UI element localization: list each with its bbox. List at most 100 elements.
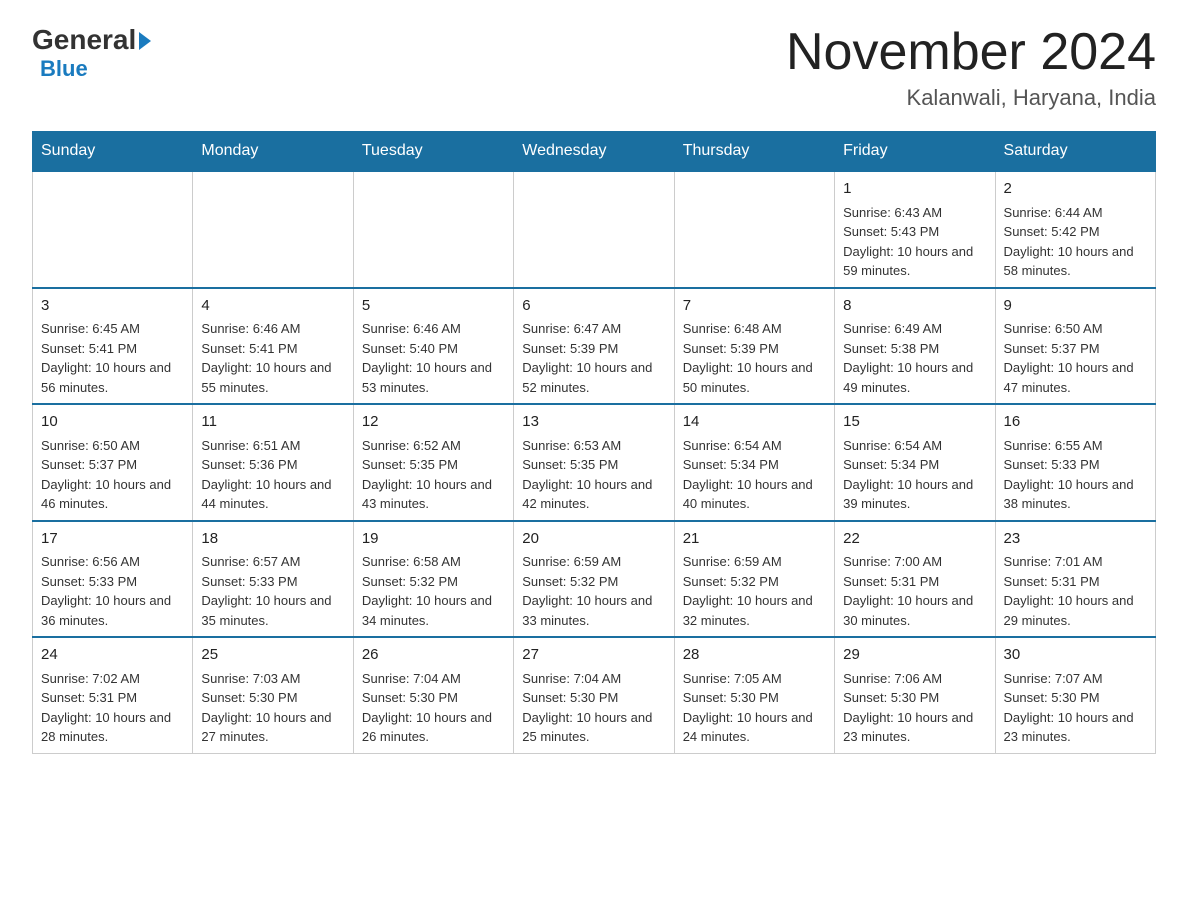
day-info: Sunset: 5:30 PM	[522, 688, 665, 708]
calendar-cell	[514, 171, 674, 288]
day-info: Sunset: 5:31 PM	[843, 572, 986, 592]
day-info: Sunrise: 7:03 AM	[201, 669, 344, 689]
calendar-cell: 24Sunrise: 7:02 AMSunset: 5:31 PMDayligh…	[33, 637, 193, 753]
day-info: Daylight: 10 hours and 46 minutes.	[41, 475, 184, 514]
day-info: Daylight: 10 hours and 24 minutes.	[683, 708, 826, 747]
day-number: 12	[362, 411, 505, 434]
day-number: 16	[1004, 411, 1147, 434]
calendar-cell: 1Sunrise: 6:43 AMSunset: 5:43 PMDaylight…	[835, 171, 995, 288]
day-number: 30	[1004, 644, 1147, 667]
calendar-cell: 2Sunrise: 6:44 AMSunset: 5:42 PMDaylight…	[995, 171, 1155, 288]
calendar-cell: 12Sunrise: 6:52 AMSunset: 5:35 PMDayligh…	[353, 404, 513, 521]
day-info: Sunrise: 6:54 AM	[683, 436, 826, 456]
day-info: Sunrise: 7:00 AM	[843, 552, 986, 572]
day-info: Daylight: 10 hours and 27 minutes.	[201, 708, 344, 747]
day-number: 10	[41, 411, 184, 434]
day-number: 26	[362, 644, 505, 667]
day-number: 29	[843, 644, 986, 667]
calendar-cell	[353, 171, 513, 288]
day-info: Sunset: 5:31 PM	[41, 688, 184, 708]
day-number: 14	[683, 411, 826, 434]
day-number: 22	[843, 528, 986, 551]
day-info: Sunset: 5:31 PM	[1004, 572, 1147, 592]
day-number: 19	[362, 528, 505, 551]
day-info: Sunrise: 7:04 AM	[362, 669, 505, 689]
day-number: 11	[201, 411, 344, 434]
day-info: Daylight: 10 hours and 50 minutes.	[683, 358, 826, 397]
day-number: 23	[1004, 528, 1147, 551]
day-info: Sunrise: 6:43 AM	[843, 203, 986, 223]
day-info: Daylight: 10 hours and 28 minutes.	[41, 708, 184, 747]
day-info: Daylight: 10 hours and 49 minutes.	[843, 358, 986, 397]
day-info: Daylight: 10 hours and 53 minutes.	[362, 358, 505, 397]
day-info: Sunset: 5:35 PM	[362, 455, 505, 475]
calendar-cell: 4Sunrise: 6:46 AMSunset: 5:41 PMDaylight…	[193, 288, 353, 405]
day-number: 5	[362, 295, 505, 318]
day-info: Sunset: 5:36 PM	[201, 455, 344, 475]
calendar-cell: 8Sunrise: 6:49 AMSunset: 5:38 PMDaylight…	[835, 288, 995, 405]
day-info: Daylight: 10 hours and 58 minutes.	[1004, 242, 1147, 281]
logo-general-text: General	[32, 24, 136, 56]
day-info: Sunrise: 6:49 AM	[843, 319, 986, 339]
calendar-header-row: SundayMondayTuesdayWednesdayThursdayFrid…	[33, 132, 1156, 172]
day-number: 27	[522, 644, 665, 667]
calendar-cell: 10Sunrise: 6:50 AMSunset: 5:37 PMDayligh…	[33, 404, 193, 521]
day-info: Sunrise: 6:48 AM	[683, 319, 826, 339]
day-info: Sunrise: 6:50 AM	[41, 436, 184, 456]
day-info: Sunset: 5:34 PM	[683, 455, 826, 475]
weekday-header-sunday: Sunday	[33, 132, 193, 172]
weekday-header-friday: Friday	[835, 132, 995, 172]
day-info: Sunset: 5:32 PM	[683, 572, 826, 592]
week-row-5: 24Sunrise: 7:02 AMSunset: 5:31 PMDayligh…	[33, 637, 1156, 753]
calendar-cell: 27Sunrise: 7:04 AMSunset: 5:30 PMDayligh…	[514, 637, 674, 753]
calendar-cell: 29Sunrise: 7:06 AMSunset: 5:30 PMDayligh…	[835, 637, 995, 753]
day-info: Sunrise: 7:01 AM	[1004, 552, 1147, 572]
day-info: Daylight: 10 hours and 29 minutes.	[1004, 591, 1147, 630]
day-info: Daylight: 10 hours and 40 minutes.	[683, 475, 826, 514]
calendar-cell: 25Sunrise: 7:03 AMSunset: 5:30 PMDayligh…	[193, 637, 353, 753]
calendar-cell	[193, 171, 353, 288]
logo: General Blue	[32, 24, 151, 82]
calendar-cell: 16Sunrise: 6:55 AMSunset: 5:33 PMDayligh…	[995, 404, 1155, 521]
day-number: 17	[41, 528, 184, 551]
calendar-cell: 3Sunrise: 6:45 AMSunset: 5:41 PMDaylight…	[33, 288, 193, 405]
calendar-cell: 17Sunrise: 6:56 AMSunset: 5:33 PMDayligh…	[33, 521, 193, 638]
day-info: Sunrise: 6:44 AM	[1004, 203, 1147, 223]
day-info: Sunset: 5:32 PM	[522, 572, 665, 592]
day-info: Sunset: 5:34 PM	[843, 455, 986, 475]
day-info: Sunrise: 6:46 AM	[201, 319, 344, 339]
calendar-table: SundayMondayTuesdayWednesdayThursdayFrid…	[32, 131, 1156, 754]
day-info: Sunset: 5:40 PM	[362, 339, 505, 359]
week-row-2: 3Sunrise: 6:45 AMSunset: 5:41 PMDaylight…	[33, 288, 1156, 405]
calendar-cell: 7Sunrise: 6:48 AMSunset: 5:39 PMDaylight…	[674, 288, 834, 405]
day-info: Sunset: 5:32 PM	[362, 572, 505, 592]
day-info: Daylight: 10 hours and 52 minutes.	[522, 358, 665, 397]
day-info: Sunset: 5:43 PM	[843, 222, 986, 242]
page-header: General Blue November 2024 Kalanwali, Ha…	[32, 24, 1156, 111]
day-number: 28	[683, 644, 826, 667]
day-info: Daylight: 10 hours and 23 minutes.	[843, 708, 986, 747]
day-number: 25	[201, 644, 344, 667]
calendar-subtitle: Kalanwali, Haryana, India	[786, 85, 1156, 111]
day-number: 2	[1004, 178, 1147, 201]
weekday-header-monday: Monday	[193, 132, 353, 172]
day-info: Sunset: 5:41 PM	[201, 339, 344, 359]
day-info: Sunrise: 6:52 AM	[362, 436, 505, 456]
day-info: Sunset: 5:30 PM	[843, 688, 986, 708]
day-number: 8	[843, 295, 986, 318]
day-info: Sunrise: 6:56 AM	[41, 552, 184, 572]
week-row-1: 1Sunrise: 6:43 AMSunset: 5:43 PMDaylight…	[33, 171, 1156, 288]
day-number: 7	[683, 295, 826, 318]
calendar-cell: 23Sunrise: 7:01 AMSunset: 5:31 PMDayligh…	[995, 521, 1155, 638]
day-info: Sunrise: 6:47 AM	[522, 319, 665, 339]
day-info: Sunrise: 7:05 AM	[683, 669, 826, 689]
week-row-4: 17Sunrise: 6:56 AMSunset: 5:33 PMDayligh…	[33, 521, 1156, 638]
day-info: Sunrise: 6:59 AM	[683, 552, 826, 572]
day-number: 4	[201, 295, 344, 318]
day-info: Sunset: 5:30 PM	[201, 688, 344, 708]
logo-triangle-icon	[139, 32, 151, 50]
day-info: Sunset: 5:37 PM	[1004, 339, 1147, 359]
calendar-cell: 22Sunrise: 7:00 AMSunset: 5:31 PMDayligh…	[835, 521, 995, 638]
weekday-header-saturday: Saturday	[995, 132, 1155, 172]
day-info: Sunset: 5:30 PM	[683, 688, 826, 708]
